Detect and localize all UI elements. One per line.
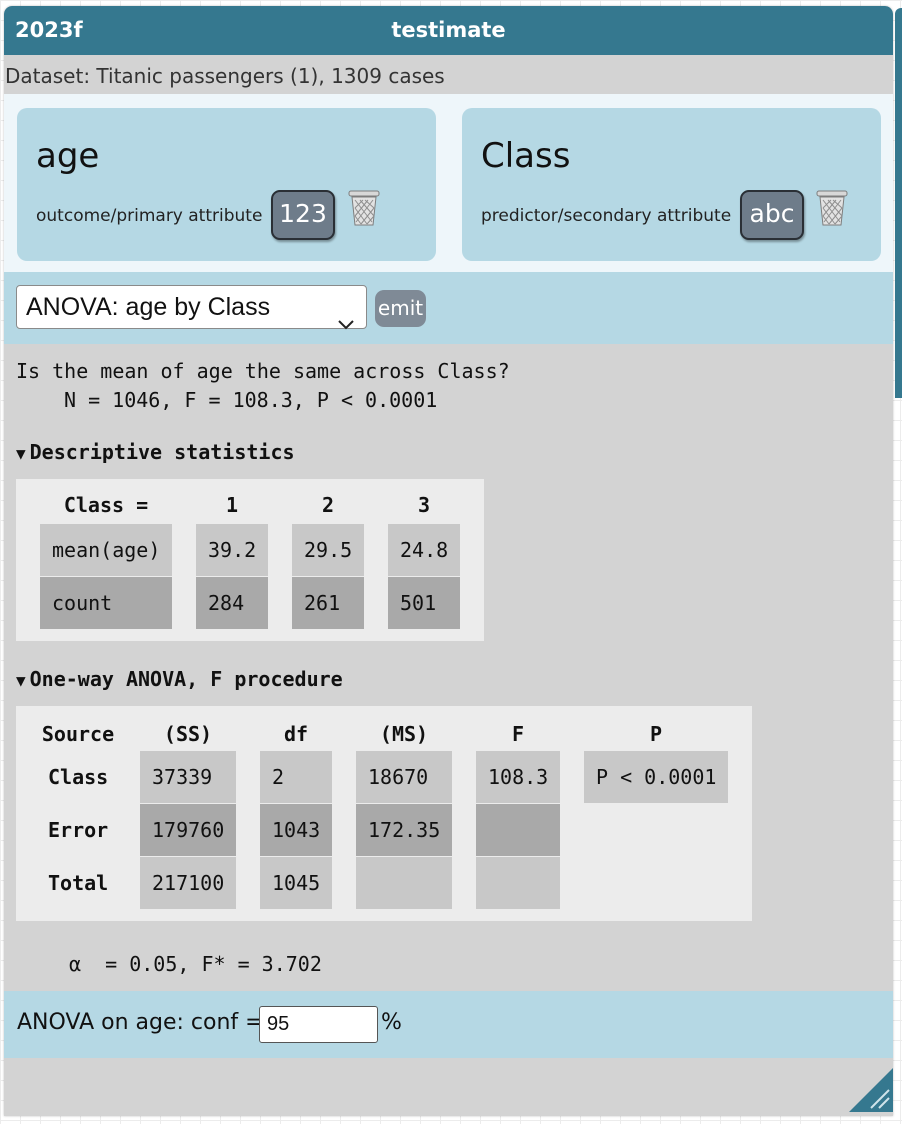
group-label: 2 (321, 493, 335, 517)
result-summary: N = 1046, F = 108.3, P < 0.0001 (64, 388, 438, 412)
primary-attribute-dropzone[interactable]: age outcome/primary attribute 123 (17, 108, 436, 261)
column-header: P (649, 722, 663, 746)
ms-cell: 172.35 (356, 804, 452, 856)
dataset-label: Dataset: Titanic passengers (1), 1309 ca… (5, 64, 445, 88)
categorical-type-button[interactable]: abc (740, 190, 804, 240)
title-bar[interactable]: 2023f testimate (4, 6, 893, 55)
anova-table: Source (SS) df (MS) F P Class 37339 2 18… (16, 706, 752, 921)
config-bar: ANOVA on age: conf = 95 % (4, 991, 893, 1058)
critical-value-line: α = 0.05, F* = 3.702 (69, 952, 322, 976)
stat-cell: 39.2 (196, 524, 268, 576)
chevron-down-icon (338, 301, 354, 343)
anova-toggle[interactable]: ▼ One-way ANOVA, F procedure (16, 667, 343, 691)
test-select-value: ANOVA: age by Class (26, 293, 271, 321)
stat-cell: 29.5 (292, 524, 364, 576)
df-cell: 2 (260, 751, 332, 803)
secondary-attribute-dropzone[interactable]: Class predictor/secondary attribute abc (462, 108, 881, 261)
ss-cell: 179760 (140, 804, 236, 856)
f-cell: 108.3 (476, 751, 560, 803)
primary-attribute-name: age (36, 136, 100, 176)
attribute-panel: age outcome/primary attribute 123 Class … (4, 94, 893, 272)
group-label: 3 (417, 493, 431, 517)
ss-cell: 37339 (140, 751, 236, 803)
disclosure-triangle-icon: ▼ (16, 444, 26, 463)
secondary-attribute-role: predictor/secondary attribute (481, 206, 732, 226)
ss-cell: 217100 (140, 857, 236, 909)
testimate-plugin-window: 2023f testimate Dataset: Titanic passeng… (4, 6, 893, 1116)
confidence-input[interactable]: 95 (259, 1006, 378, 1043)
column-header: (MS) (379, 722, 429, 746)
p-cell: P < 0.0001 (584, 751, 728, 803)
stat-cell: 24.8 (388, 524, 460, 576)
disclosure-triangle-icon: ▼ (16, 671, 26, 690)
confidence-label: ANOVA on age: conf = (17, 1010, 264, 1035)
row-label: count (40, 577, 172, 629)
group-label: 1 (225, 493, 239, 517)
numeric-type-button[interactable]: 123 (271, 190, 335, 240)
ms-cell (356, 857, 452, 909)
row-label: mean(age) (40, 524, 172, 576)
stat-cell: 501 (388, 577, 460, 629)
window-title: testimate (391, 18, 506, 42)
stat-cell: 284 (196, 577, 268, 629)
source-label: Error (48, 818, 109, 842)
background-window-edge (895, 8, 902, 398)
column-header: Source (41, 722, 115, 746)
descriptive-stats-heading: Descriptive statistics (29, 440, 295, 464)
f-cell (476, 857, 560, 909)
trash-icon[interactable] (347, 188, 381, 232)
df-cell: 1043 (260, 804, 332, 856)
df-cell: 1045 (260, 857, 332, 909)
test-select[interactable]: ANOVA: age by Class (16, 285, 367, 330)
source-label: Total (48, 871, 109, 895)
percent-unit: % (381, 1010, 402, 1035)
result-question: Is the mean of age the same across Class… (16, 359, 510, 383)
anova-heading: One-way ANOVA, F procedure (29, 667, 343, 691)
descriptive-stats-toggle[interactable]: ▼ Descriptive statistics (16, 440, 295, 464)
emit-button[interactable]: emit (375, 290, 426, 327)
source-label: Class (48, 765, 109, 789)
trash-icon[interactable] (815, 188, 849, 232)
group-header: Class = (63, 493, 149, 517)
resize-handle-icon[interactable] (849, 1068, 893, 1116)
descriptive-stats-table: Class = 1 2 3 mean(age) 39.2 29.5 24.8 c… (16, 479, 484, 641)
ms-cell: 18670 (356, 751, 452, 803)
column-header: (SS) (163, 722, 213, 746)
f-cell (476, 804, 560, 856)
primary-attribute-role: outcome/primary attribute (36, 206, 263, 226)
test-selector-bar: ANOVA: age by Class emit (4, 272, 893, 344)
stat-cell: 261 (292, 577, 364, 629)
column-header: F (511, 722, 525, 746)
secondary-attribute-name: Class (481, 136, 571, 176)
column-header: df (283, 722, 309, 746)
